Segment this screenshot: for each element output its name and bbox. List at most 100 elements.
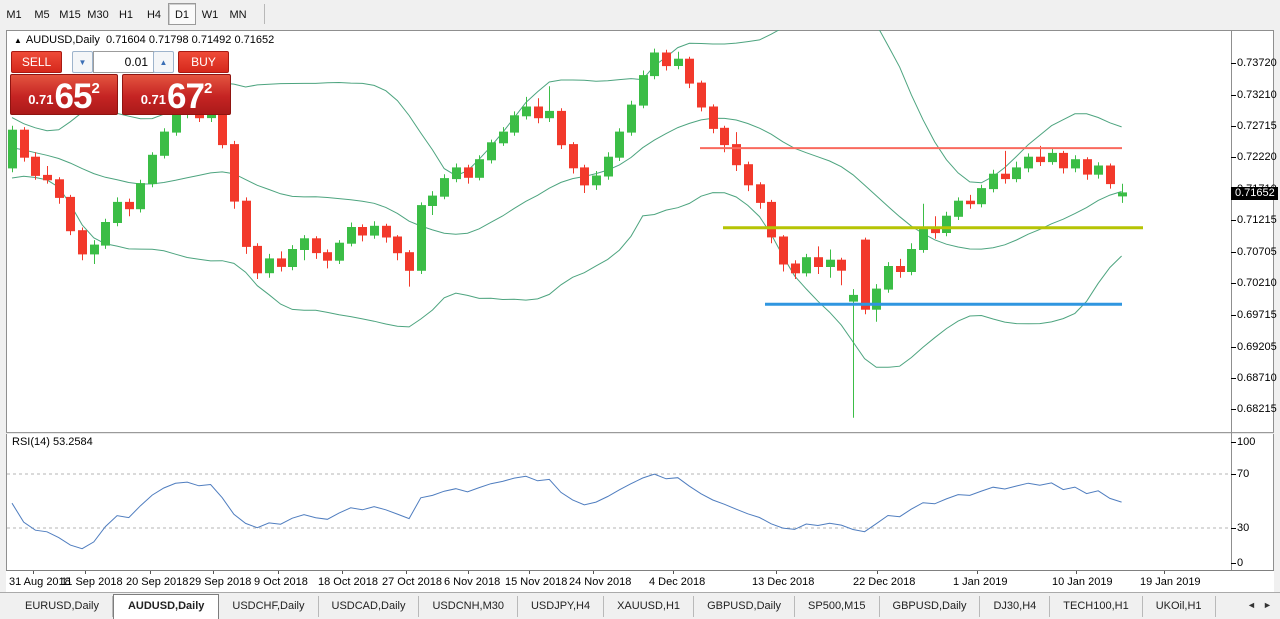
timeframe-button-h1[interactable]: H1 bbox=[112, 4, 140, 26]
timeframe-button-d1[interactable]: D1 bbox=[168, 3, 196, 25]
chart-tab-usdjpy-h4[interactable]: USDJPY,H4 bbox=[518, 596, 605, 617]
date-axis-label: 1 Jan 2019 bbox=[953, 576, 1008, 588]
volume-increase-button[interactable]: ▲ bbox=[153, 51, 174, 73]
candle bbox=[464, 164, 473, 184]
buy-price-box[interactable]: 0.71 67 2 bbox=[122, 74, 231, 115]
timeframe-button-w1[interactable]: W1 bbox=[196, 4, 224, 26]
sell-button[interactable]: SELL bbox=[11, 51, 62, 73]
timeframe-button-mn[interactable]: MN bbox=[224, 4, 252, 26]
candle bbox=[253, 243, 262, 279]
rsi-axis-tick bbox=[1231, 563, 1236, 564]
candle bbox=[382, 223, 391, 243]
date-axis-label: 13 Dec 2018 bbox=[752, 576, 815, 588]
date-axis-label: 19 Jan 2019 bbox=[1140, 576, 1201, 588]
timeframe-button-h4[interactable]: H4 bbox=[140, 4, 168, 26]
candle bbox=[1071, 155, 1080, 173]
candle bbox=[989, 169, 998, 193]
date-axis-tick bbox=[150, 571, 151, 574]
candle bbox=[849, 289, 858, 418]
candle bbox=[954, 197, 963, 220]
price-axis-tick bbox=[1231, 157, 1236, 159]
rsi-axis-label: 30 bbox=[1237, 522, 1250, 534]
rsi-line bbox=[11, 473, 1122, 550]
candle bbox=[510, 111, 519, 136]
timeframe-button-m15[interactable]: M15 bbox=[56, 4, 84, 26]
chart-tab-usdchf-daily[interactable]: USDCHF,Daily bbox=[219, 596, 319, 617]
buy-price-big: 67 bbox=[167, 77, 205, 116]
candle bbox=[697, 80, 706, 112]
candle bbox=[896, 258, 905, 278]
date-axis-tick bbox=[85, 571, 86, 574]
candle bbox=[405, 250, 414, 287]
chart-tab-gbpusd-daily[interactable]: GBPUSD,Daily bbox=[880, 596, 981, 617]
candle bbox=[136, 179, 145, 213]
chart-tab-ukoil-h1[interactable]: UKOil,H1 bbox=[1143, 596, 1216, 617]
candle bbox=[650, 48, 659, 80]
candle bbox=[627, 100, 636, 136]
tab-scroll-left-icon[interactable]: ◄ bbox=[1247, 600, 1256, 610]
buy-price-sup: 2 bbox=[203, 80, 213, 97]
date-axis-label: 4 Dec 2018 bbox=[649, 576, 706, 588]
chart-tab-audusd-daily[interactable]: AUDUSD,Daily bbox=[112, 594, 220, 619]
chart-tab-sp500-m15[interactable]: SP500,M15 bbox=[795, 596, 880, 617]
buy-button[interactable]: BUY bbox=[178, 51, 229, 73]
candle bbox=[78, 227, 87, 261]
candle bbox=[8, 125, 17, 173]
candle bbox=[522, 96, 531, 120]
candle bbox=[1059, 150, 1068, 174]
candle bbox=[977, 184, 986, 208]
timeframe-button-m1[interactable]: M1 bbox=[0, 4, 28, 26]
candle bbox=[300, 235, 309, 261]
date-axis-label: 22 Dec 2018 bbox=[853, 576, 916, 588]
date-axis-label: 24 Nov 2018 bbox=[569, 576, 632, 588]
chart-tab-usdcad-daily[interactable]: USDCAD,Daily bbox=[319, 596, 420, 617]
tab-scroll-right-icon[interactable]: ► bbox=[1263, 600, 1272, 610]
chart-tab-gbpusd-daily[interactable]: GBPUSD,Daily bbox=[694, 596, 796, 617]
date-axis-label: 15 Nov 2018 bbox=[505, 576, 568, 588]
timeframe-button-m30[interactable]: M30 bbox=[84, 4, 112, 26]
candle bbox=[242, 197, 251, 254]
candle bbox=[1094, 162, 1103, 179]
chart-tab-tech100-h1[interactable]: TECH100,H1 bbox=[1050, 596, 1143, 617]
candle bbox=[662, 49, 671, 71]
candle bbox=[1083, 157, 1092, 180]
candle bbox=[907, 243, 916, 276]
date-axis-label: 20 Sep 2018 bbox=[126, 576, 189, 588]
date-axis-tick bbox=[977, 571, 978, 574]
price-axis-tick bbox=[1231, 63, 1236, 64]
candle bbox=[779, 235, 788, 272]
candle bbox=[826, 249, 835, 278]
chart-tab-dj30-h4[interactable]: DJ30,H4 bbox=[980, 596, 1051, 617]
date-axis-tick bbox=[342, 571, 343, 574]
candle bbox=[288, 245, 297, 271]
candle bbox=[66, 194, 75, 236]
candle bbox=[475, 155, 484, 181]
rsi-chart-svg[interactable] bbox=[6, 433, 1232, 570]
candle bbox=[499, 127, 508, 146]
sell-price-box[interactable]: 0.71 65 2 bbox=[10, 74, 118, 115]
candle bbox=[545, 86, 554, 122]
chart-tab-usdcnh-m30[interactable]: USDCNH,M30 bbox=[419, 596, 518, 617]
date-axis-tick bbox=[278, 571, 279, 574]
chart-tab-eurusd-daily[interactable]: EURUSD,Daily bbox=[12, 596, 113, 617]
chart-tab-xauusd-h1[interactable]: XAUUSD,H1 bbox=[604, 596, 695, 617]
price-axis-label: 0.68710 bbox=[1237, 371, 1277, 384]
candle bbox=[218, 109, 227, 149]
price-axis-tick bbox=[1231, 377, 1236, 379]
candle bbox=[20, 127, 29, 162]
price-axis-label: 0.69205 bbox=[1237, 340, 1277, 353]
rsi-axis-label: 0 bbox=[1237, 557, 1244, 569]
candle bbox=[1048, 149, 1057, 165]
candle bbox=[557, 108, 566, 149]
volume-decrease-button[interactable]: ▼ bbox=[72, 51, 93, 73]
price-axis-label: 0.73720 bbox=[1237, 57, 1277, 69]
volume-input[interactable] bbox=[93, 51, 154, 73]
candle bbox=[90, 240, 99, 264]
buy-price-prefix: 0.71 bbox=[140, 92, 167, 107]
candle bbox=[942, 211, 951, 237]
pane-divider[interactable] bbox=[6, 432, 1274, 434]
date-axis-tick bbox=[406, 571, 407, 574]
timeframe-button-m5[interactable]: M5 bbox=[28, 4, 56, 26]
chart-title: ▲ AUDUSD,Daily 0.71604 0.71798 0.71492 0.… bbox=[14, 34, 274, 46]
candle bbox=[335, 240, 344, 264]
